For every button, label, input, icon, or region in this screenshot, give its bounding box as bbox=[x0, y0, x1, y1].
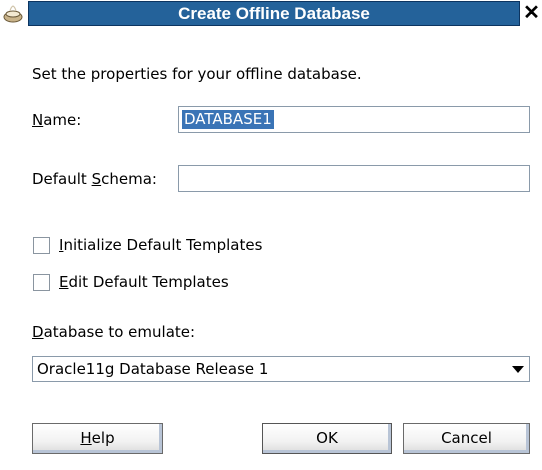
help-label-rest: elp bbox=[91, 429, 115, 447]
database-to-emulate-select[interactable]: Oracle11g Database Release 1 bbox=[32, 356, 530, 382]
default-schema-label: Default Schema: bbox=[32, 170, 157, 188]
edit-default-templates-checkbox[interactable] bbox=[33, 274, 50, 291]
name-label-rest: ame: bbox=[43, 111, 82, 129]
edit-label-rest: dit Default Templates bbox=[68, 273, 229, 291]
dropdown-arrow-icon[interactable] bbox=[512, 366, 524, 373]
initialize-default-templates-checkbox[interactable] bbox=[33, 237, 50, 254]
name-label: Name: bbox=[32, 111, 81, 129]
emulate-mnemonic: D bbox=[32, 323, 44, 341]
close-icon[interactable]: ✕ bbox=[521, 1, 542, 26]
edit-default-templates-label[interactable]: Edit Default Templates bbox=[59, 273, 229, 291]
help-button[interactable]: Help bbox=[32, 423, 163, 454]
default-schema-label-mnemonic: S bbox=[91, 170, 102, 188]
initialize-default-templates-label[interactable]: Initialize Default Templates bbox=[59, 236, 262, 254]
database-to-emulate-value: Oracle11g Database Release 1 bbox=[37, 360, 269, 378]
name-label-mnemonic: N bbox=[32, 111, 44, 129]
default-schema-label-before: Default bbox=[32, 170, 92, 188]
emulate-label-rest: atabase to emulate: bbox=[43, 323, 196, 341]
database-to-emulate-label: Database to emulate: bbox=[32, 323, 195, 341]
dialog-title: Create Offline Database bbox=[178, 4, 370, 23]
name-field-value: DATABASE1 bbox=[182, 110, 274, 129]
name-field[interactable]: DATABASE1 bbox=[178, 106, 530, 133]
create-offline-database-dialog: Create Offline Database ✕ Set the proper… bbox=[0, 0, 542, 470]
initialize-label-rest: nitialize Default Templates bbox=[63, 236, 263, 254]
database-cup-icon bbox=[3, 5, 23, 23]
default-schema-label-rest: chema: bbox=[101, 170, 157, 188]
intro-text: Set the properties for your offline data… bbox=[32, 65, 362, 83]
title-bar[interactable]: Create Offline Database ✕ bbox=[0, 0, 542, 28]
help-mnemonic: H bbox=[80, 429, 92, 447]
ok-button[interactable]: OK bbox=[262, 423, 392, 454]
default-schema-field[interactable] bbox=[178, 165, 530, 192]
cancel-button[interactable]: Cancel bbox=[403, 423, 530, 454]
